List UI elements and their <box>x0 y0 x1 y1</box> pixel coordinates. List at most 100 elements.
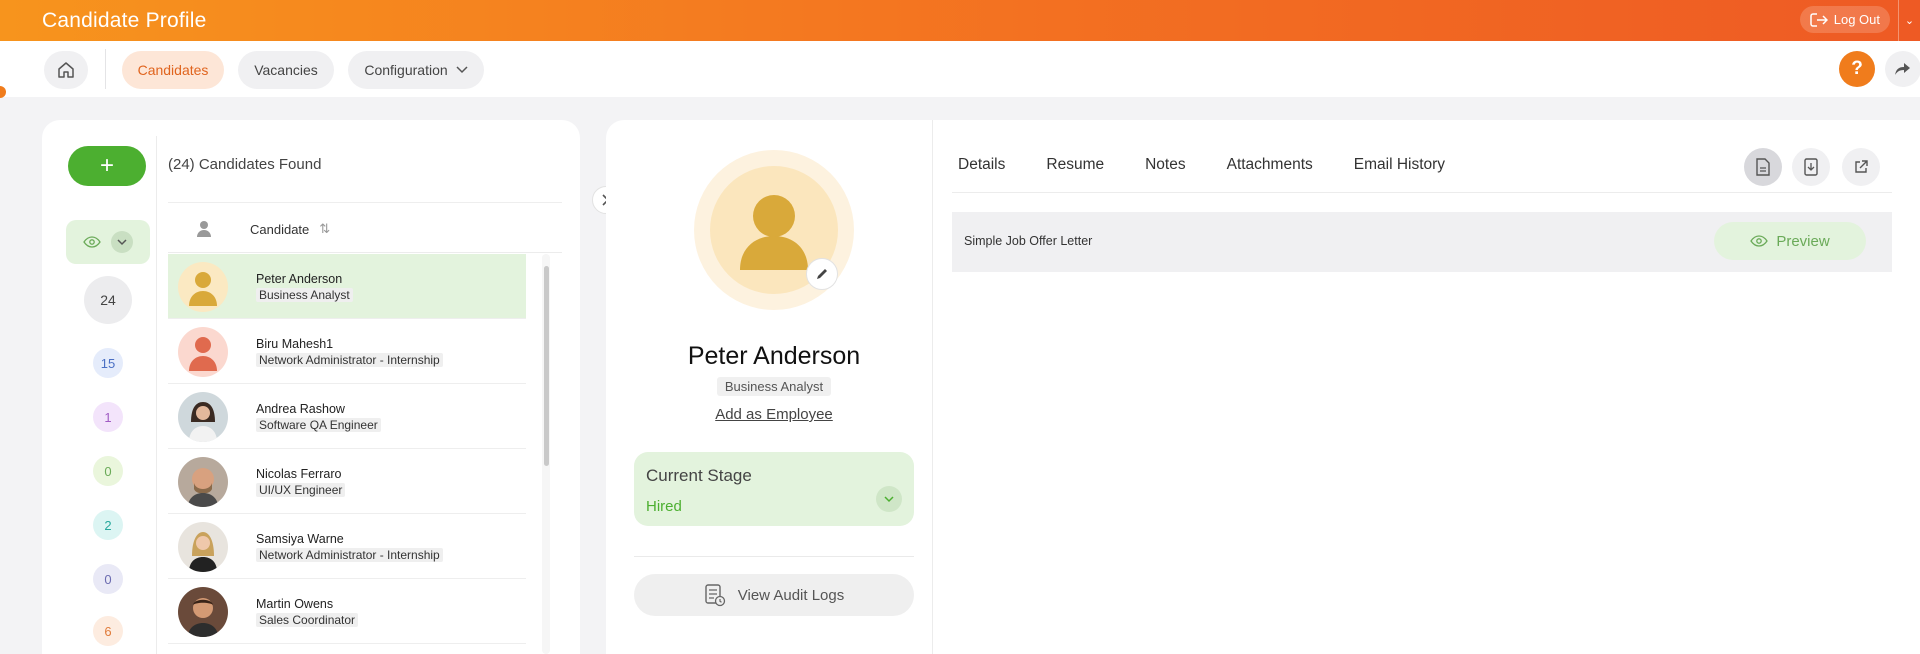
count-all[interactable]: 24 <box>84 276 132 324</box>
divider <box>168 202 562 203</box>
main-nav: Candidates Vacancies Configuration ? <box>0 41 1920 97</box>
preview-button[interactable]: Preview <box>1714 222 1866 260</box>
candidate-list: Peter Anderson Business Analyst Biru Mah… <box>168 254 526 644</box>
current-stage-label: Current Stage <box>646 466 752 485</box>
candidate-row[interactable]: Biru Mahesh1 Network Administrator - Int… <box>168 319 526 384</box>
candidate-row[interactable]: Samsiya Warne Network Administrator - In… <box>168 514 526 579</box>
preview-label: Preview <box>1776 232 1830 250</box>
candidate-name: Peter Anderson <box>256 272 343 286</box>
candidate-name: Andrea Rashow <box>256 402 345 416</box>
list-scrollbar-thumb[interactable] <box>544 266 549 466</box>
tabs-divider <box>952 192 1892 193</box>
candidate-name: Martin Owens <box>256 597 334 611</box>
divider <box>168 252 562 253</box>
view-filter[interactable] <box>66 220 150 264</box>
nav-divider <box>105 49 106 89</box>
candidate-detail-panel: Peter Anderson Business Analyst Add as E… <box>606 120 1920 654</box>
logout-button[interactable]: Log Out <box>1799 6 1890 33</box>
chevron-down-icon[interactable] <box>111 231 133 253</box>
download-button[interactable] <box>1792 148 1830 186</box>
page-title: Candidate Profile <box>42 8 207 32</box>
count-stage-1[interactable]: 15 <box>93 348 123 378</box>
view-audit-logs-button[interactable]: View Audit Logs <box>634 574 914 616</box>
external-link-icon <box>1855 160 1868 173</box>
profile-name: Peter Anderson <box>687 342 861 370</box>
profile-role-container: Business Analyst <box>606 377 942 396</box>
list-header: Candidate ⇅ <box>168 210 562 248</box>
open-external-button[interactable] <box>1842 148 1880 186</box>
candidate-name: Nicolas Ferraro <box>256 467 342 481</box>
tab-configuration[interactable]: Configuration <box>348 51 484 89</box>
avatar <box>178 262 228 312</box>
avatar <box>178 392 228 442</box>
tab-candidates[interactable]: Candidates <box>122 51 224 89</box>
candidate-name: Samsiya Warne <box>256 532 344 546</box>
sort-icon[interactable]: ⇅ <box>319 221 330 237</box>
logout-label: Log Out <box>1833 12 1880 27</box>
document-icon <box>1756 158 1770 176</box>
count-stage-6[interactable]: 6 <box>93 616 123 646</box>
column-divider <box>156 136 157 654</box>
candidate-role: Network Administrator - Internship <box>256 548 443 562</box>
divider <box>634 556 914 557</box>
account-menu-chevron-icon[interactable]: ⌄ <box>1898 0 1920 41</box>
edit-avatar-button[interactable] <box>806 258 838 290</box>
candidate-role: Network Administrator - Internship <box>256 353 443 367</box>
view-audit-logs-label: View Audit Logs <box>737 586 845 604</box>
candidate-role: Software QA Engineer <box>256 418 381 432</box>
tab-configuration-label: Configuration <box>364 62 448 78</box>
tab-details[interactable]: Details <box>958 156 1005 174</box>
chevron-down-icon <box>456 66 468 74</box>
candidate-role: UI/UX Engineer <box>256 483 346 497</box>
panel-divider <box>932 120 933 654</box>
pencil-icon <box>817 269 827 279</box>
add-as-employee-link[interactable]: Add as Employee <box>606 406 942 423</box>
candidate-row[interactable]: Peter Anderson Business Analyst <box>168 254 526 319</box>
tab-resume[interactable]: Resume <box>1046 156 1104 174</box>
logout-icon <box>1809 12 1828 27</box>
user-icon <box>197 221 211 237</box>
candidate-list-panel: + 24 15 1 0 2 0 6 (24) Candidates Found … <box>42 120 580 654</box>
add-candidate-button[interactable]: + <box>68 146 146 186</box>
avatar <box>178 457 228 507</box>
app-header: Candidate Profile Log Out ⌄ <box>0 0 1920 41</box>
current-stage-value: Hired <box>646 498 682 515</box>
avatar <box>178 522 228 572</box>
tab-email-history[interactable]: Email History <box>1354 156 1445 174</box>
eye-icon <box>1750 235 1769 247</box>
current-stage-select[interactable]: Current Stage Hired <box>634 452 914 526</box>
chevron-down-icon[interactable] <box>876 486 902 512</box>
profile-role: Business Analyst <box>716 377 832 396</box>
document-row: Simple Job Offer Letter Preview <box>952 212 1892 272</box>
tab-attachments[interactable]: Attachments <box>1227 156 1313 174</box>
tab-notes[interactable]: Notes <box>1145 156 1186 174</box>
candidate-row[interactable]: Andrea Rashow Software QA Engineer <box>168 384 526 449</box>
eye-icon <box>83 236 101 248</box>
share-button[interactable] <box>1885 51 1920 87</box>
candidate-row[interactable]: Nicolas Ferraro UI/UX Engineer <box>168 449 526 514</box>
count-stage-2[interactable]: 1 <box>93 402 123 432</box>
document-name: Simple Job Offer Letter <box>964 234 1093 248</box>
column-header-candidate[interactable]: Candidate <box>250 222 309 237</box>
tab-vacancies-label: Vacancies <box>254 62 318 78</box>
candidate-row[interactable]: Martin Owens Sales Coordinator <box>168 579 526 644</box>
avatar <box>178 327 228 377</box>
home-button[interactable] <box>44 51 88 89</box>
tab-candidates-label: Candidates <box>137 62 209 78</box>
audit-log-icon <box>705 584 725 607</box>
candidate-role: Business Analyst <box>256 288 353 302</box>
download-icon <box>1804 158 1818 176</box>
document-view-button[interactable] <box>1744 148 1782 186</box>
count-stage-5[interactable]: 0 <box>93 564 123 594</box>
home-icon <box>58 62 74 78</box>
detail-tabs: Details Resume Notes Attachments Email H… <box>958 156 1445 174</box>
tab-vacancies[interactable]: Vacancies <box>238 51 334 89</box>
avatar <box>178 587 228 637</box>
candidates-found-count: (24) Candidates Found <box>168 156 322 173</box>
count-stage-3[interactable]: 0 <box>93 456 123 486</box>
share-icon <box>1895 63 1910 75</box>
candidate-role: Sales Coordinator <box>256 613 359 627</box>
candidate-name: Biru Mahesh1 <box>256 337 334 351</box>
count-stage-4[interactable]: 2 <box>93 510 123 540</box>
help-button[interactable]: ? <box>1839 51 1875 87</box>
